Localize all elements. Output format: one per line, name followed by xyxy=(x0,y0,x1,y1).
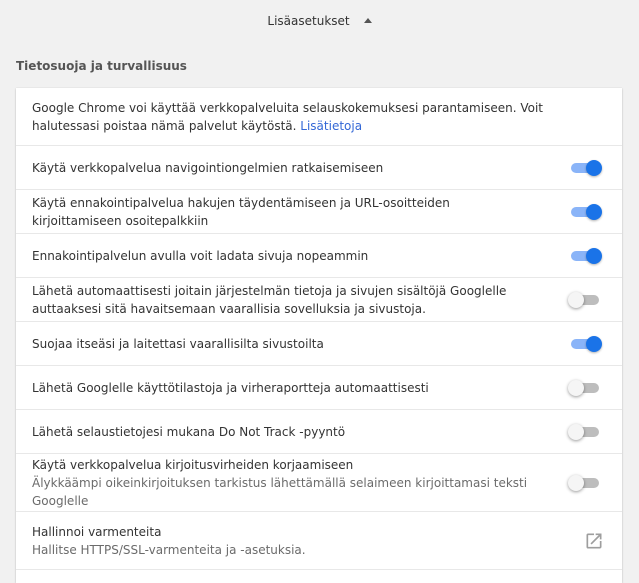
toggle-switch[interactable] xyxy=(568,378,602,398)
setting-text: Käytä verkkopalvelua kirjoitusvirheiden … xyxy=(32,456,568,510)
toggle-switch[interactable] xyxy=(568,473,602,493)
setting-row[interactable]: Käytä verkkopalvelua navigointiongelmien… xyxy=(16,145,622,189)
setting-label: Lähetä automaattisesti joitain järjestel… xyxy=(32,283,507,316)
setting-label: Lähetä selaustietojesi mukana Do Not Tra… xyxy=(32,424,346,439)
toggle-switch[interactable] xyxy=(568,246,602,266)
setting-label: Suojaa itseäsi ja laitettasi vaarallisil… xyxy=(32,336,324,351)
setting-row[interactable]: Lähetä automaattisesti joitain järjestel… xyxy=(16,277,622,321)
intro-row: Google Chrome voi käyttää verkkopalvelui… xyxy=(16,88,622,145)
advanced-settings-label: Lisäasetukset xyxy=(267,14,350,28)
arrow-up-icon xyxy=(363,17,372,23)
setting-sublabel: Älykkäämpi oikeinkirjoituksen tarkistus … xyxy=(32,475,528,508)
setting-row[interactable]: Lähetä Googlelle käyttötilastoja ja virh… xyxy=(16,365,622,409)
learn-more-link[interactable]: Lisätietoja xyxy=(300,119,362,133)
setting-label: Ennakointipalvelun avulla voit ladata si… xyxy=(32,248,369,263)
setting-row[interactable]: Ennakointipalvelun avulla voit ladata si… xyxy=(16,233,622,277)
setting-label: Käytä ennakointipalvelua hakujen täydent… xyxy=(32,195,450,228)
setting-row[interactable]: Lähetä selaustietojesi mukana Do Not Tra… xyxy=(16,409,622,453)
intro-text: Google Chrome voi käyttää verkkopalvelui… xyxy=(32,99,606,135)
toggle-switch[interactable] xyxy=(568,334,602,354)
certificates-subtitle: Hallitse HTTPS/SSL-varmenteita ja -asetu… xyxy=(32,542,306,557)
setting-label: Käytä verkkopalvelua kirjoitusvirheiden … xyxy=(32,457,354,472)
manage-certificates-row[interactable]: Hallinnoi varmenteita Hallitse HTTPS/SSL… xyxy=(16,511,622,569)
toggle-switch[interactable] xyxy=(568,422,602,442)
certificates-text: Hallinnoi varmenteita Hallitse HTTPS/SSL… xyxy=(32,523,584,559)
setting-label: Käytä verkkopalvelua navigointiongelmien… xyxy=(32,160,384,175)
toggle-switch[interactable] xyxy=(568,202,602,222)
next-row xyxy=(16,569,622,583)
setting-row[interactable]: Käytä verkkopalvelua kirjoitusvirheiden … xyxy=(16,453,622,511)
intro-description: Google Chrome voi käyttää verkkopalvelui… xyxy=(32,100,543,133)
privacy-security-card: Google Chrome voi käyttää verkkopalvelui… xyxy=(16,88,622,583)
open-in-new-icon[interactable] xyxy=(584,531,604,551)
advanced-settings-toggle[interactable]: Lisäasetukset xyxy=(0,8,639,34)
toggle-switch[interactable] xyxy=(568,290,602,310)
setting-label: Lähetä Googlelle käyttötilastoja ja virh… xyxy=(32,380,429,395)
setting-row[interactable]: Suojaa itseäsi ja laitettasi vaarallisil… xyxy=(16,321,622,365)
setting-row[interactable]: Käytä ennakointipalvelua hakujen täydent… xyxy=(16,189,622,233)
section-title: Tietosuoja ja turvallisuus xyxy=(16,59,187,73)
toggle-switch[interactable] xyxy=(568,158,602,178)
certificates-title: Hallinnoi varmenteita xyxy=(32,524,162,539)
